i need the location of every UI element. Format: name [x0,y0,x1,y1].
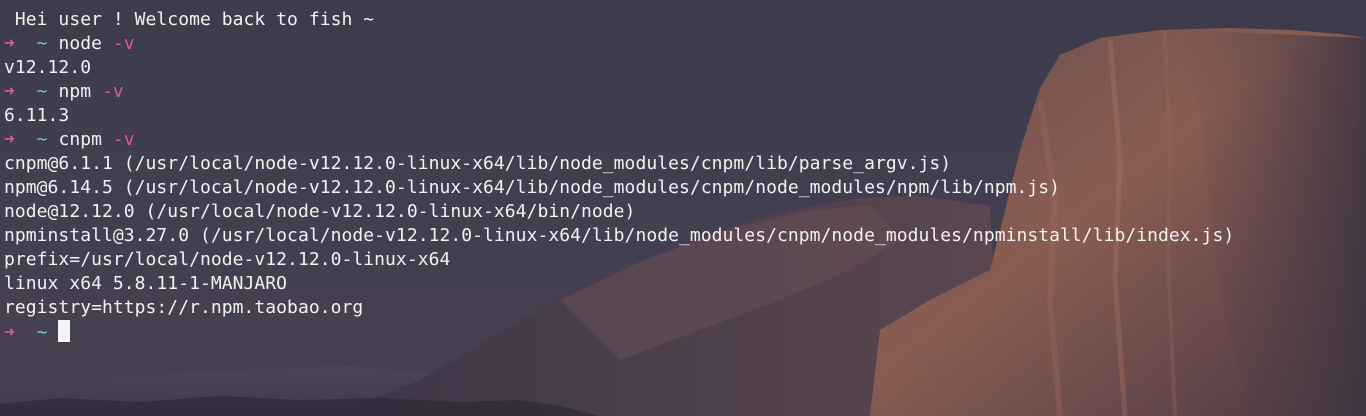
prompt-line: ➜ ~ cnpm -v [4,128,135,152]
welcome-message: Hei user ! Welcome back to fish ~ [4,9,375,30]
prompt-directory: ~ [36,129,48,150]
output-line: prefix=/usr/local/node-v12.12.0-linux-x6… [4,249,451,270]
prompt-arrow-icon: ➜ [4,322,15,343]
command-text: cnpm [58,129,103,150]
output-line: cnpm@6.1.1 (/usr/local/node-v12.12.0-lin… [4,153,952,174]
text-cursor[interactable] [58,320,71,342]
prompt-directory: ~ [36,81,48,102]
command-text: npm [58,81,92,102]
command-flag: -v [112,129,135,150]
terminal-window[interactable]: Hei user ! Welcome back to fish ~ ➜ ~ no… [0,0,1366,416]
command-flag: -v [102,81,124,102]
prompt-directory: ~ [36,33,48,54]
output-line: npm@6.14.5 (/usr/local/node-v12.12.0-lin… [4,177,1061,198]
command-text: node [58,33,103,54]
active-prompt-line[interactable]: ➜ ~ [4,320,71,344]
output-line: registry=https://r.npm.taobao.org [4,297,364,318]
output-line: linux x64 5.8.11-1-MANJARO [4,273,288,294]
output-line: v12.12.0 [4,57,92,78]
output-line: 6.11.3 [4,105,70,126]
command-flag: -v [112,33,135,54]
output-line: node@12.12.0 (/usr/local/node-v12.12.0-l… [4,201,636,222]
prompt-directory: ~ [36,322,48,343]
prompt-arrow-icon: ➜ [4,81,15,102]
prompt-line: ➜ ~ npm -v [4,80,124,104]
output-line: npminstall@3.27.0 (/usr/local/node-v12.1… [4,225,1235,246]
prompt-line: ➜ ~ node -v [4,32,135,56]
prompt-arrow-icon: ➜ [4,129,15,150]
prompt-arrow-icon: ➜ [4,33,15,54]
